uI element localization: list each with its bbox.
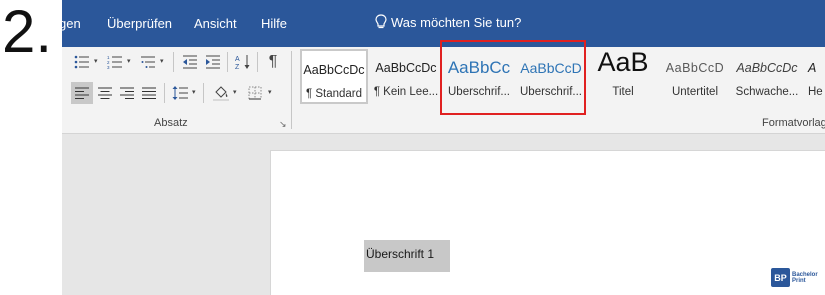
sort-az-icon: AZ bbox=[235, 55, 250, 70]
divider bbox=[173, 52, 174, 72]
style-standard[interactable]: AaBbCcDc ¶ Standard bbox=[300, 49, 368, 104]
justify-button[interactable] bbox=[139, 83, 159, 103]
style-name: He bbox=[808, 86, 823, 98]
paint-bucket-icon bbox=[213, 86, 229, 101]
svg-text:Z: Z bbox=[235, 64, 240, 70]
numbered-list-button[interactable]: 123 bbox=[105, 52, 125, 72]
line-spacing-button[interactable] bbox=[170, 83, 190, 103]
style-name: Schwache... bbox=[735, 86, 799, 98]
paragraph-group: ▾ 123 ▾ ▾ AZ ¶ ▾ ▾ ▾ Absatz ↘ bbox=[62, 47, 291, 133]
tab-ueberpruefen[interactable]: Überprüfen bbox=[107, 16, 172, 32]
shading-dropdown-arrow-icon[interactable]: ▾ bbox=[233, 88, 237, 96]
tell-me-search[interactable]: Was möchten Sie tun? bbox=[375, 14, 521, 30]
align-right-button[interactable] bbox=[117, 83, 137, 103]
tab-hilfe[interactable]: Hilfe bbox=[261, 16, 287, 32]
style-titel[interactable]: AaB Titel bbox=[588, 47, 658, 104]
group-divider bbox=[291, 51, 292, 129]
line-spacing-icon bbox=[172, 86, 188, 100]
multilevel-list-icon bbox=[141, 56, 155, 68]
bullet-dropdown-arrow-icon[interactable]: ▾ bbox=[94, 57, 98, 65]
tell-me-text: Was möchten Sie tun? bbox=[391, 14, 522, 30]
svg-text:3: 3 bbox=[107, 65, 110, 69]
divider bbox=[164, 83, 165, 103]
borders-button[interactable] bbox=[245, 83, 265, 103]
logo-mark-icon: BP bbox=[771, 268, 790, 287]
paragraph-group-label: Absatz bbox=[154, 117, 188, 129]
align-left-icon bbox=[75, 87, 89, 99]
logo-line1: Bachelor bbox=[792, 271, 818, 278]
decrease-indent-button[interactable] bbox=[180, 52, 200, 72]
numbering-dropdown-arrow-icon[interactable]: ▾ bbox=[127, 57, 131, 65]
bullet-list-icon bbox=[74, 55, 89, 69]
style-preview: AaB bbox=[597, 47, 649, 77]
style-preview: AaBbCcDc bbox=[375, 61, 437, 75]
increase-indent-button[interactable] bbox=[203, 52, 223, 72]
decrease-indent-icon bbox=[183, 55, 197, 69]
style-name: ¶ Standard bbox=[305, 88, 363, 100]
align-center-button[interactable] bbox=[95, 83, 115, 103]
style-name: ¶ Kein Lee... bbox=[373, 86, 439, 98]
style-name: Untertitel bbox=[671, 86, 719, 98]
shading-button[interactable] bbox=[211, 83, 231, 103]
increase-indent-icon bbox=[206, 55, 220, 69]
bachelor-print-logo: BP Bachelor Print bbox=[771, 268, 818, 287]
numbered-list-icon: 123 bbox=[107, 55, 122, 69]
borders-dropdown-arrow-icon[interactable]: ▾ bbox=[268, 88, 272, 96]
multilevel-dropdown-arrow-icon[interactable]: ▾ bbox=[160, 57, 164, 65]
tab-einfuegen[interactable]: gen bbox=[59, 16, 81, 32]
style-preview: AaBbCcDc bbox=[303, 63, 365, 77]
divider bbox=[203, 83, 204, 103]
logo-line2: Print bbox=[792, 277, 806, 284]
lightbulb-icon bbox=[375, 14, 387, 29]
line-spacing-dropdown-arrow-icon[interactable]: ▾ bbox=[192, 88, 196, 96]
tab-ansicht[interactable]: Ansicht bbox=[194, 16, 237, 32]
svg-text:A: A bbox=[235, 56, 240, 63]
style-preview: AaBbCcDc bbox=[736, 61, 798, 75]
document-heading[interactable]: Überschrift 1 bbox=[366, 247, 434, 261]
step-number: 2. bbox=[2, 0, 53, 65]
align-left-button[interactable] bbox=[71, 82, 93, 104]
pilcrow-icon: ¶ bbox=[268, 53, 278, 70]
styles-group-label: Formatvorlag bbox=[762, 117, 825, 129]
bullet-list-button[interactable] bbox=[72, 52, 92, 72]
style-untertitel[interactable]: AaBbCcD Untertitel bbox=[660, 49, 730, 104]
multilevel-list-button[interactable] bbox=[138, 52, 158, 72]
style-preview: AaBbCcD bbox=[665, 61, 725, 75]
style-hervorhebung[interactable]: A He bbox=[804, 49, 825, 104]
divider bbox=[257, 52, 258, 72]
divider bbox=[227, 52, 228, 72]
align-right-icon bbox=[120, 87, 134, 99]
style-name: Titel bbox=[612, 86, 634, 98]
style-schwache-hervorhebung[interactable]: AaBbCcDc Schwache... bbox=[732, 49, 802, 104]
highlight-box bbox=[440, 40, 586, 115]
style-preview: A bbox=[808, 61, 817, 75]
justify-icon bbox=[142, 87, 156, 99]
style-kein-leerraum[interactable]: AaBbCcDc ¶ Kein Lee... bbox=[372, 49, 440, 104]
document-page[interactable]: Überschrift 1 bbox=[271, 151, 825, 295]
sort-button[interactable]: AZ bbox=[233, 52, 253, 72]
show-formatting-button[interactable]: ¶ bbox=[263, 52, 283, 72]
borders-icon bbox=[248, 86, 262, 100]
document-area: Überschrift 1 bbox=[62, 134, 825, 295]
dialog-launcher-icon[interactable]: ↘ bbox=[279, 119, 287, 130]
align-center-icon bbox=[98, 87, 112, 99]
